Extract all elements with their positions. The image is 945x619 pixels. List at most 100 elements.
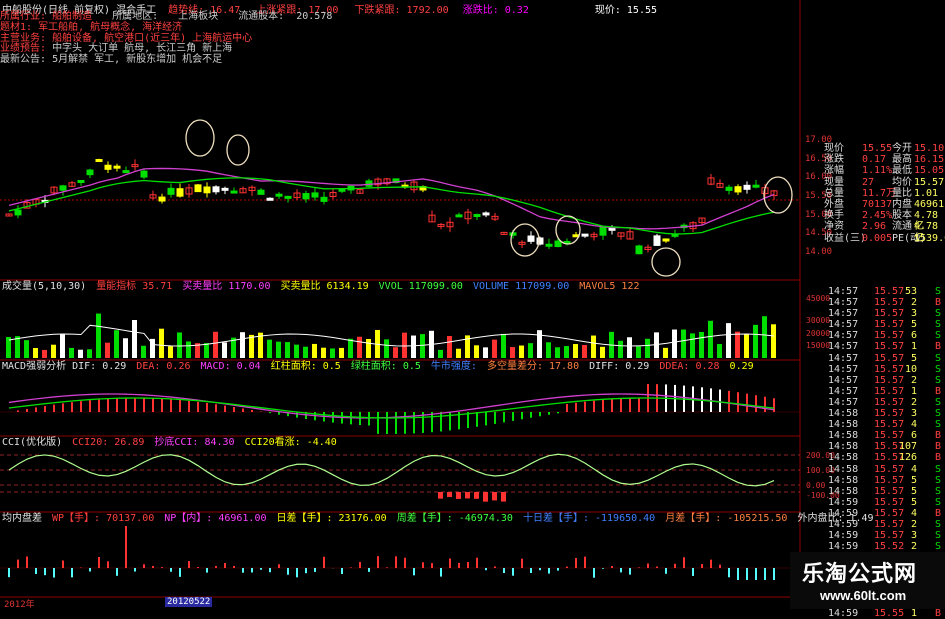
- volume-bar: [627, 337, 632, 358]
- tick-volume: 5: [910, 474, 917, 486]
- panel-indicator-label: 多空量差分: 17.80: [486, 361, 580, 372]
- tick-time: 14:57: [828, 341, 859, 353]
- candle-body: [653, 235, 661, 246]
- tick-row[interactable]: 14:57 15.57 10 S: [802, 364, 945, 375]
- tick-side: S: [934, 286, 941, 297]
- candle-body: [266, 197, 274, 201]
- tick-side: B: [934, 507, 941, 519]
- tick-row[interactable]: 14:58 15.57 5 S: [802, 486, 945, 497]
- tick-side: S: [934, 352, 941, 364]
- panel-indicator-label: WP【手】: 70137.00: [52, 513, 155, 524]
- tick-volume: 5: [910, 352, 917, 364]
- tick-row[interactable]: 14:59 15.52 2 S: [802, 541, 945, 552]
- tick-row[interactable]: 14:59 15.55 1 B: [802, 608, 945, 619]
- volume-bar: [420, 334, 425, 358]
- tick-time: 14:58: [828, 474, 859, 486]
- candle-body: [320, 196, 328, 202]
- tick-row[interactable]: 14:57 15.57 5 S: [802, 319, 945, 330]
- tick-price: 15.57: [874, 496, 905, 508]
- tick-price: 15.57: [874, 396, 905, 408]
- tick-row[interactable]: 14:57 15.57 2 S: [802, 375, 945, 386]
- volume-bar: [762, 316, 767, 358]
- info-line-notice: 最新公告: 5月解禁 军工, 新股东增加 机会不足: [0, 54, 332, 66]
- cci-panel-header: CCI(优化版) CCI20: 26.89 抄底CCI: 84.30 CCI20看涨:…: [2, 437, 347, 449]
- tick-row[interactable]: 14:57 15.57 2 S: [802, 397, 945, 408]
- candle-body: [338, 188, 346, 192]
- tick-row[interactable]: 14:57 15.57 6 S: [802, 330, 945, 341]
- cci-bar: [456, 492, 461, 499]
- quote-row: 涨幅 1.11% 最低 15.05: [802, 165, 945, 176]
- tick-time: 14:57: [828, 396, 859, 408]
- volume-bar: [33, 348, 38, 358]
- volume-bar: [123, 338, 128, 358]
- volume-bar: [519, 345, 524, 358]
- quote-key: 涨跌: [824, 154, 844, 166]
- volume-bar: [141, 345, 146, 358]
- volume-bar: [474, 345, 479, 358]
- volume-bar: [24, 340, 29, 358]
- candle-body: [608, 227, 616, 231]
- tick-row[interactable]: 14:57 15.57 1 B: [802, 341, 945, 352]
- tick-price: 15.57: [874, 408, 905, 420]
- price-axis-label: 14.00: [805, 247, 833, 257]
- tick-row[interactable]: 14:58 15.57 3 S: [802, 408, 945, 419]
- volume-bar: [753, 324, 758, 358]
- panel-indicator-label: 抄底CCI: 84.30: [154, 437, 235, 448]
- tick-price: 15.57: [874, 286, 905, 297]
- candle-body: [77, 179, 85, 183]
- volume-bar: [591, 335, 596, 358]
- tick-side: S: [934, 363, 941, 375]
- quote-key: 涨幅: [824, 165, 844, 177]
- watermark-title: 乐淘公式网: [802, 561, 918, 587]
- tick-row[interactable]: 14:59 15.57 5 S: [802, 497, 945, 508]
- tick-row[interactable]: 14:58 15.57 4 S: [802, 464, 945, 475]
- panel-indicator-label: CCI20: 26.89: [72, 437, 145, 448]
- tick-row[interactable]: 14:57 15.57 2 B: [802, 297, 945, 308]
- candle-body: [527, 235, 535, 242]
- volume-bar: [330, 348, 335, 358]
- volume-bar: [672, 329, 677, 358]
- candle-body: [302, 193, 310, 200]
- quote-value: 27: [862, 176, 875, 188]
- quote-row: 总量 11.7万 量比 1.01: [802, 188, 945, 199]
- quote-key: 现量: [824, 176, 844, 188]
- candle-body: [257, 189, 265, 195]
- tick-volume: 4: [910, 507, 917, 519]
- tick-side: S: [934, 530, 941, 542]
- panel-indicator-label: MAVOL5 122: [579, 281, 640, 292]
- tick-time: 14:58: [828, 485, 859, 497]
- volume-bar: [555, 347, 560, 358]
- tick-time: 14:57: [828, 385, 859, 397]
- tick-volume: 2: [910, 518, 917, 530]
- tick-time: 14:57: [828, 374, 859, 386]
- volume-bar: [483, 347, 488, 358]
- tick-row[interactable]: 14:58 15.57 107 B: [802, 441, 945, 452]
- quote-key: 总量: [824, 187, 844, 199]
- tick-row[interactable]: 14:58 15.57 126 B: [802, 452, 945, 463]
- tick-volume: 5: [910, 485, 917, 497]
- tick-row[interactable]: 14:57 15.57 53 S: [802, 286, 945, 297]
- tick-row[interactable]: 14:57 15.57 1 B: [802, 386, 945, 397]
- tick-row[interactable]: 14:58 15.57 5 S: [802, 475, 945, 486]
- candle-body: [545, 243, 553, 247]
- tick-row[interactable]: 14:59 15.57 3 S: [802, 530, 945, 541]
- tick-row[interactable]: 14:57 15.57 3 S: [802, 308, 945, 319]
- panel-indicator-label: CCI20看涨: -4.40: [244, 437, 337, 448]
- tick-volume: 3: [910, 408, 917, 420]
- panel-indicator-label: 成交量(5,10,30): [2, 281, 87, 292]
- tick-row[interactable]: 14:58 15.57 6 B: [802, 430, 945, 441]
- volume-bar: [267, 339, 272, 358]
- current-price-label: 现价: 15.55: [594, 5, 658, 16]
- cci-bar: [438, 492, 443, 499]
- volume-bar: [636, 346, 641, 358]
- candle-body: [113, 165, 121, 169]
- quote-key: 最高: [892, 154, 912, 166]
- candle-body: [734, 186, 742, 193]
- candle-body: [122, 170, 130, 174]
- volume-bar: [114, 330, 119, 358]
- volume-bar: [240, 332, 245, 358]
- volume-bar: [321, 347, 326, 358]
- tick-row[interactable]: 14:57 15.57 5 S: [802, 353, 945, 364]
- quote-value: 0.005: [862, 232, 893, 244]
- tick-row[interactable]: 14:58 15.57 4 S: [802, 419, 945, 430]
